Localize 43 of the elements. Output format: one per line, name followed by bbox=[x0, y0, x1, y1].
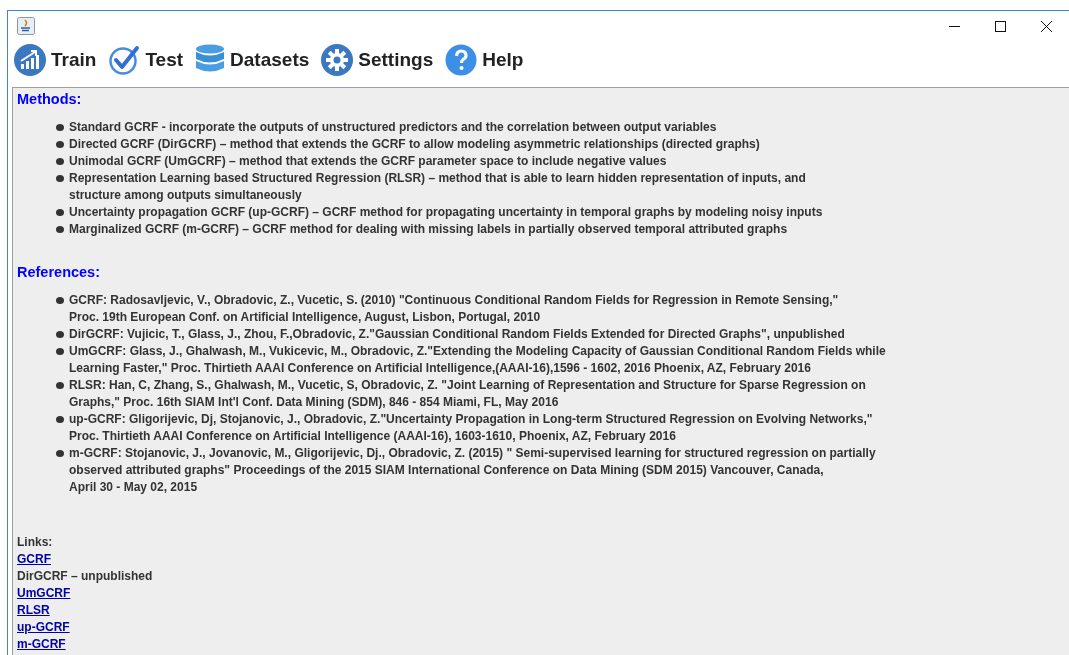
links-label: Links: bbox=[17, 534, 54, 551]
list-item: Standard GCRF - incorporate the outputs of unstructured predictors and the correlation between output variables bbox=[69, 119, 717, 136]
bullet-icon bbox=[56, 158, 64, 165]
bullet-icon bbox=[56, 124, 64, 131]
growth-chart-icon bbox=[14, 44, 46, 76]
list-item: DirGCRF: Vujicic, T., Glass, J., Zhou, F.,Obradovic, Z."Gaussian Conditional Random Fields Extended for Directed Graphs", unpublished bbox=[69, 326, 845, 343]
section-heading: Methods: bbox=[17, 91, 83, 107]
bullet-icon bbox=[56, 348, 64, 355]
gear-icon bbox=[321, 44, 354, 76]
bullet-icon bbox=[56, 141, 64, 148]
help-icon bbox=[445, 44, 478, 76]
maximize-icon bbox=[994, 20, 1006, 32]
bullet-icon bbox=[56, 331, 64, 338]
toolbar-button[interactable]: Settings bbox=[321, 44, 434, 76]
link[interactable]: RLSR bbox=[17, 602, 50, 619]
link[interactable]: GCRF bbox=[17, 551, 51, 568]
link-text: DirGCRF – unpublished bbox=[17, 568, 154, 585]
toolbar-button[interactable]: Help bbox=[445, 44, 524, 76]
bullet-icon bbox=[56, 209, 64, 216]
bullet-icon bbox=[56, 175, 64, 182]
list-item: Directed GCRF (DirGCRF) – method that extends the GCRF to allow modeling asymmetric relationships (directed graphs) bbox=[69, 136, 760, 153]
bullet-icon bbox=[56, 450, 64, 457]
toolbar-button[interactable]: Datasets bbox=[195, 44, 310, 76]
list-item: Representation Learning based Structured Regression (RLSR) – method that is able to learn hidden representation of inputs, and structure among outputs simultaneously bbox=[69, 170, 806, 204]
checkmark-icon bbox=[108, 44, 141, 76]
app-icon bbox=[17, 17, 35, 35]
link[interactable]: m-GCRF bbox=[17, 636, 66, 653]
list-item: Uncertainty propagation GCRF (up-GCRF) – GCRF method for propagating uncertainty in temporal graphs by modeling noisy inputs bbox=[69, 204, 823, 221]
bullet-icon bbox=[56, 416, 64, 423]
section-heading: References: bbox=[17, 264, 101, 280]
toolbar-button[interactable]: Test bbox=[108, 44, 184, 76]
close-icon bbox=[1040, 20, 1052, 32]
toolbar-button[interactable]: Train bbox=[14, 44, 97, 76]
link[interactable]: UmGCRF bbox=[17, 585, 71, 602]
list-item: Unimodal GCRF (UmGCRF) – method that extends the GCRF parameter space to include negative values bbox=[69, 153, 667, 170]
list-item: Marginalized GCRF (m-GCRF) – GCRF method for dealing with missing labels in partially observed temporal attributed graphs bbox=[69, 221, 788, 238]
bullet-icon bbox=[56, 297, 64, 304]
bullet-icon bbox=[56, 382, 64, 389]
bullet-icon bbox=[56, 226, 64, 233]
link[interactable]: up-GCRF bbox=[17, 619, 70, 636]
list-item: m-GCRF: Stojanovic, J., Jovanovic, M., Gligorijevic, Dj., Obradovic, Z. (2015) " Semi-supervised learning for structured regression on partially observed attributed graphs" Proceedings of the 2015 SIAM International Conference on Data Mining (SDM 2015) Vancouver, Canada, April 30 - May 02, 2015 bbox=[69, 445, 876, 496]
list-item: UmGCRF: Glass, J., Ghalwash, M., Vukicevic, M., Obradovic, Z."Extending the Modeling Capacity of Gaussian Conditional Random Fields while Learning Faster," Proc. Thirtieth AAAI Conference on Artificial Intelligence,(AAAI-16),1596 - 1602, 2016 Phoenix, AZ, February 2016 bbox=[69, 343, 886, 377]
list-item: GCRF: Radosavljevic, V., Obradovic, Z., Vucetic, S. (2010) "Continuous Conditional Random Fields for Regression in Remote Sensing," Proc. 19th European Conf. on Artificial Intelligence, August, Lisbon, Portugal, 2010 bbox=[69, 292, 839, 326]
